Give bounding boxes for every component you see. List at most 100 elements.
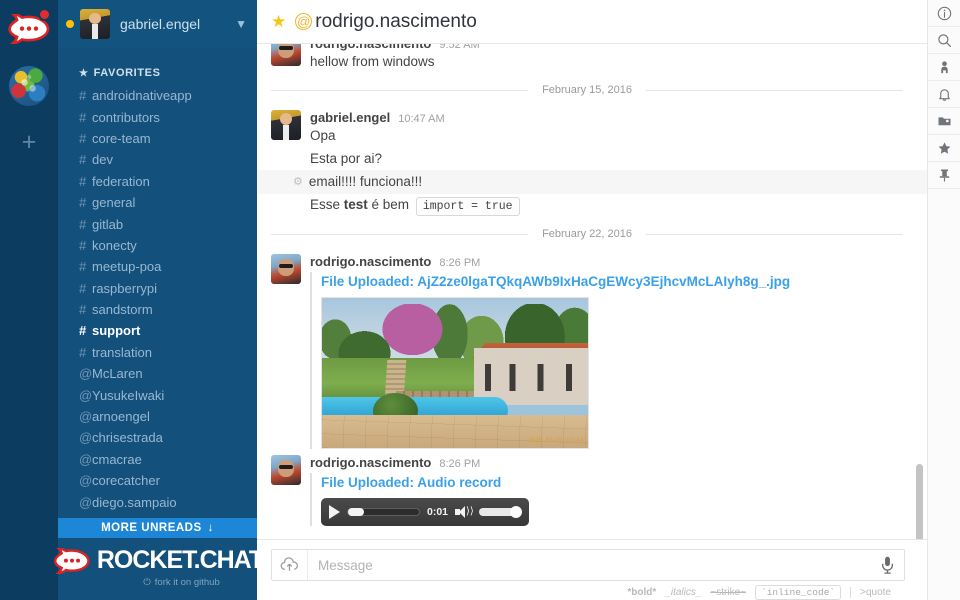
fork-label: fork it on github — [154, 577, 220, 588]
hint-quote: >quote — [850, 587, 891, 598]
message-body: rodrigo.nascimento 8:26 PM File Uploaded: … — [310, 254, 903, 449]
date-divider: February 15, 2016 — [257, 74, 927, 106]
message: rodrigo.nascimento 9:52 AM hellow from win… — [257, 44, 927, 74]
attachment-image[interactable]: 2016-02-19 17:44 — [321, 297, 589, 449]
sidebar-item-mclaren[interactable]: @ McLaren — [58, 363, 257, 384]
pin-icon[interactable] — [928, 162, 960, 189]
info-icon[interactable] — [928, 0, 960, 27]
hash-icon: # — [79, 237, 87, 253]
sidebar-item-label: gitlab — [92, 216, 124, 232]
sidebar-item-support[interactable]: # support — [58, 320, 257, 341]
sidebar-item-cmacrae[interactable]: @ cmacrae — [58, 449, 257, 470]
message-body: rodrigo.nascimento 8:26 PM File Uploaded: … — [310, 455, 903, 526]
sidebar-item-meetup-poa[interactable]: # meetup-poa — [58, 256, 257, 277]
play-icon[interactable] — [329, 505, 340, 519]
star-icon[interactable]: ★ — [271, 12, 286, 32]
sidebar-item-arnoengel[interactable]: @ arnoengel — [58, 406, 257, 427]
sidebar-user-menu[interactable]: gabriel.engel ▼ — [58, 0, 257, 48]
search-icon[interactable] — [928, 27, 960, 54]
sidebar-item-corecatcher[interactable]: @ corecatcher — [58, 470, 257, 491]
hash-icon: # — [79, 302, 87, 318]
hint-bold: *bold* — [627, 587, 657, 598]
sidebar-item-contributors[interactable]: # contributors — [58, 106, 257, 127]
at-sign-icon: @ — [79, 430, 93, 446]
sidebar-channel-list[interactable]: ★ FAVORITES # androidnativeapp # contributo… — [58, 48, 257, 538]
message-username: rodrigo.nascimento — [310, 455, 432, 470]
inline-code: import = true — [415, 197, 520, 216]
user-icon[interactable] — [928, 54, 960, 81]
message-list[interactable]: rodrigo.nascimento 9:52 AM hellow from win… — [257, 44, 927, 539]
sidebar-item-label: McLaren — [92, 366, 143, 382]
at-sign-icon: @ — [79, 451, 93, 467]
message-input[interactable] — [308, 557, 870, 573]
sidebar-item-federation[interactable]: # federation — [58, 171, 257, 192]
attachment-title-link[interactable]: File Uploaded: Audio record — [321, 473, 903, 493]
photo-timestamp: 2016-02-19 17:44 — [528, 437, 584, 444]
sidebar-item-label: arnoengel — [92, 409, 150, 425]
chevron-down-icon[interactable]: ▼ — [235, 17, 247, 31]
sidebar-item-dev[interactable]: # dev — [58, 149, 257, 170]
sidebar-item-androidnativeapp[interactable]: # androidnativeapp — [58, 85, 257, 106]
attachment-title-link[interactable]: File Uploaded: AjZ2ze0lgaTQkqAWb9IxHaCgE… — [321, 272, 903, 292]
server-rail: + — [0, 0, 58, 600]
more-unreads-button[interactable]: MORE UNREADS ↓ — [58, 518, 257, 538]
volume-knob[interactable] — [510, 506, 522, 518]
hash-icon: # — [79, 173, 87, 189]
bell-icon[interactable] — [928, 81, 960, 108]
star-icon[interactable] — [928, 135, 960, 162]
sidebar-item-gitlab[interactable]: # gitlab — [58, 213, 257, 234]
sidebar-item-yusukeiwaki[interactable]: @ YusukeIwaki — [58, 384, 257, 405]
hash-icon: # — [79, 323, 87, 339]
message-header: gabriel.engel 10:47 AM — [310, 110, 903, 125]
message-timestamp: 8:26 PM — [439, 257, 481, 269]
hash-icon: # — [79, 152, 87, 168]
sidebar-item-sandstorm[interactable]: # sandstorm — [58, 299, 257, 320]
sidebar-item-raspberrypi[interactable]: # raspberrypi — [58, 278, 257, 299]
microphone-icon[interactable] — [870, 550, 904, 580]
status-away-icon — [66, 20, 74, 28]
message-scrollbar[interactable] — [916, 464, 923, 539]
tools-rail-spacer — [928, 189, 960, 600]
fork-link[interactable]: ⏻ fork it on github — [143, 577, 219, 588]
sidebar-username: gabriel.engel — [120, 16, 201, 32]
message-body: rodrigo.nascimento 9:52 AM hellow from win… — [310, 44, 903, 72]
sidebar-item-general[interactable]: # general — [58, 192, 257, 213]
sidebar-item-label: dev — [92, 152, 113, 168]
audio-progress-knob[interactable] — [348, 508, 364, 516]
hint-inline-code: `inline_code` — [755, 585, 842, 600]
sidebar-item-konecty[interactable]: # konecty — [58, 235, 257, 256]
audio-progress-slider[interactable] — [347, 508, 420, 516]
date-divider: February 22, 2016 — [257, 218, 927, 250]
hash-icon: # — [79, 280, 87, 296]
add-server-button[interactable]: + — [22, 130, 37, 155]
sidebar-section-favorites: ★ FAVORITES — [58, 64, 257, 85]
message-username: rodrigo.nascimento — [310, 44, 431, 51]
date-divider-label: February 22, 2016 — [542, 228, 632, 240]
audio-player[interactable]: 0:01 ⟩⟩ — [321, 498, 529, 526]
message-text: hellow from windows — [310, 54, 435, 69]
hint-italics: _italics_ — [665, 587, 702, 598]
at-sign-icon: @ — [79, 409, 93, 425]
rocketchat-logo-icon[interactable] — [6, 6, 52, 52]
sidebar-item-label: general — [92, 195, 136, 211]
at-sign-icon: @ — [79, 494, 93, 510]
sidebar-item-translation[interactable]: # translation — [58, 342, 257, 363]
folder-icon[interactable] — [928, 108, 960, 135]
sidebar-item-label: sandstorm — [92, 302, 153, 318]
text-middle: é bem — [367, 197, 413, 212]
sidebar-item-diego.sampaio[interactable]: @ diego.sampaio — [58, 491, 257, 512]
avatar — [271, 110, 301, 140]
at-sign-icon: @ — [79, 366, 93, 382]
main-content: ★ @ rodrigo.nascimento rodrigo.nasciment… — [257, 0, 927, 600]
avatar — [80, 9, 110, 39]
sidebar-item-label: diego.sampaio — [92, 494, 177, 510]
speaker-icon[interactable]: ⟩⟩ — [455, 505, 474, 519]
sidebar-item-label: core-team — [92, 130, 151, 146]
volume-slider[interactable] — [479, 506, 522, 518]
server-globe-icon[interactable] — [9, 66, 49, 106]
sidebar-item-core-team[interactable]: # core-team — [58, 128, 257, 149]
sidebar-item-chrisestrada[interactable]: @ chrisestrada — [58, 427, 257, 448]
text-prefix: Esse — [310, 197, 344, 212]
brand-logo: ROCKET.CHAT — [52, 546, 264, 575]
cloud-upload-icon[interactable] — [272, 550, 308, 580]
